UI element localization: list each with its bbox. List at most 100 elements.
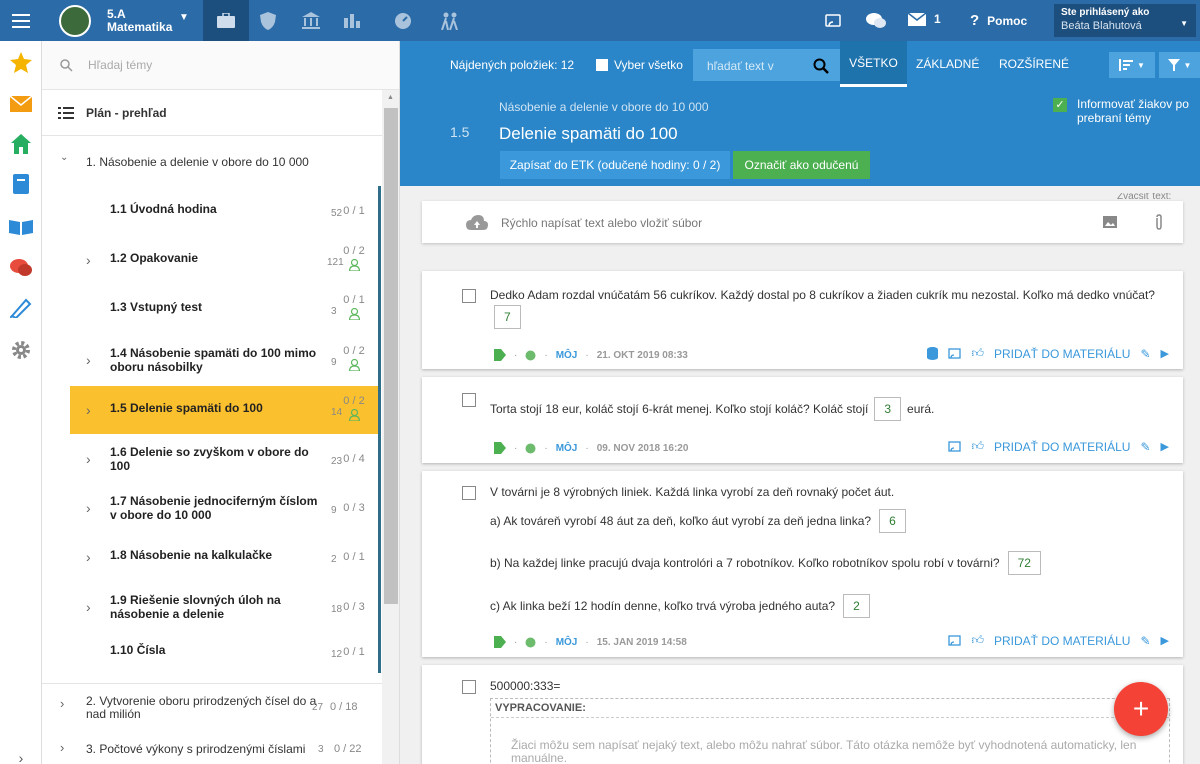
home-nav[interactable] [8,131,34,157]
topic-search[interactable]: Hľadaj témy [42,41,399,90]
progress-tab[interactable] [385,0,421,41]
chevron-right-icon[interactable]: › [86,402,91,418]
cast-icon[interactable] [948,635,962,646]
chapter-2[interactable]: › 2. Vytvorenie oboru prirodzených čísel… [42,683,382,727]
search-icon[interactable] [813,58,829,74]
scrollbar-thumb[interactable] [384,108,398,604]
sidebar-topic-item[interactable]: › 1.5 Delenie spamäti do 100 14 0 / 2 [70,386,381,434]
answer-box[interactable]: 72 [1007,551,1041,575]
chapter-3[interactable]: › 3. Počtové výkony s prirodzenými čísla… [42,735,382,764]
edit-pencil-icon[interactable]: ✎ [1140,440,1150,454]
cast-icon[interactable] [948,348,962,359]
tag-icon[interactable] [494,349,506,361]
database-icon[interactable] [927,347,939,360]
chevron-right-icon[interactable]: › [86,549,91,565]
mail-nav[interactable] [8,91,34,117]
play-icon[interactable]: ▶ [1161,347,1169,360]
thumbs-up-icon[interactable]: 👍︎ [971,439,984,454]
notebook-nav[interactable] [8,171,34,197]
globe-icon[interactable] [525,637,536,648]
search-input[interactable]: Hľadaj témy [88,58,152,72]
select-all[interactable]: Vyber všetko [596,58,683,72]
shield-tab[interactable] [250,0,286,41]
edit-pencil-icon[interactable]: ✎ [1140,347,1150,361]
etk-button[interactable]: Zapísať do ETK (odučené hodiny: 0 / 2) [500,151,730,179]
mark-taught-button[interactable]: Označiť ako odučenú [733,151,870,179]
favorites-nav[interactable] [8,49,34,75]
edit-pencil-icon[interactable]: ✎ [1140,634,1150,648]
text-search-field[interactable]: hľadať text v [693,49,840,81]
add-fab-button[interactable]: + [1114,682,1168,736]
filter-extended-tab[interactable]: ROZŠÍRENÉ [999,57,1069,71]
tools-nav[interactable] [8,295,34,321]
image-icon[interactable] [1103,216,1117,228]
chevron-right-icon[interactable]: › [86,252,91,268]
stats-tab[interactable] [334,0,370,41]
sidebar-topic-item[interactable]: › 1.7 Násobenie jednociferným číslom v ob… [70,484,381,532]
text-search-input[interactable]: hľadať text v [707,59,774,73]
answer-box[interactable]: 6 [879,509,906,533]
thumbs-up-icon[interactable]: 👍︎ [971,346,984,361]
sidebar-topic-item[interactable]: › 1.6 Delenie so zvyškom v obore do 100 23… [70,434,381,484]
sidebar-topic-item[interactable]: 1.1 Úvodná hodina 52 0 / 1 [70,186,381,236]
sort-button[interactable]: ▼ [1109,52,1155,78]
add-to-material-button[interactable]: PRIDAŤ DO MATERIÁLU [994,634,1130,648]
play-icon[interactable]: ▶ [1161,634,1169,647]
zoom-text-hint[interactable]: Zväčšiť text: [1117,193,1171,201]
user-menu[interactable]: Ste prihlásený ako Beáta Blahutová ▼ [1054,4,1196,37]
inform-checkbox[interactable]: ✓ [1053,98,1067,112]
sidebar-scrollbar[interactable]: ▲ [382,90,399,764]
add-to-material-button[interactable]: PRIDAŤ DO MATERIÁLU [994,347,1130,361]
students-tab[interactable] [432,0,468,41]
sidebar-topic-item[interactable]: › 1.9 Riešenie slovných úloh na násobenie… [70,582,381,631]
globe-icon[interactable] [525,350,536,361]
expand-nav-button[interactable]: › [8,745,34,764]
filter-all-tab[interactable]: VŠETKO [840,41,907,87]
tag-icon[interactable] [494,442,506,454]
answer-box[interactable]: 2 [843,594,870,618]
messages-button[interactable] [863,0,889,41]
class-selector[interactable]: 5.A Matematika ▼ [55,3,201,38]
chevron-right-icon[interactable]: › [86,451,91,467]
sidebar-topic-item[interactable]: › 1.2 Opakovanie 121 0 / 2 [70,236,381,284]
answer-box[interactable]: 3 [874,397,902,421]
question-checkbox[interactable] [462,289,476,303]
thumbs-up-icon[interactable]: 👍︎ [971,633,984,648]
sidebar-topic-item[interactable]: › 1.4 Násobenie spamäti do 100 mimo oboru… [70,334,381,386]
sidebar-topic-item[interactable]: 1.3 Vstupný test 3 0 / 1 [70,284,381,334]
add-to-material-button[interactable]: PRIDAŤ DO MATERIÁLU [994,440,1130,454]
cast-icon[interactable] [948,441,962,452]
globe-icon[interactable] [525,443,536,454]
institution-tab[interactable] [293,0,329,41]
worksheet-box[interactable]: VYPRACOVANIE: Žiaci môžu sem napísať nej… [490,698,1170,764]
filter-basic-tab[interactable]: ZÁKLADNÉ [916,57,979,71]
composer-input[interactable]: Rýchlo napísať text alebo vložiť súbor [501,216,702,230]
quick-composer[interactable]: Rýchlo napísať text alebo vložiť súbor [422,201,1183,243]
settings-nav[interactable] [8,337,34,363]
question-checkbox[interactable] [462,486,476,500]
play-icon[interactable]: ▶ [1161,440,1169,453]
plan-overview[interactable]: Plán - prehľad [42,90,382,136]
tag-icon[interactable] [494,636,506,648]
chevron-right-icon[interactable]: › [86,599,91,615]
chevron-right-icon[interactable]: › [86,352,91,368]
hamburger-menu-button[interactable] [0,0,42,41]
answer-box[interactable]: 7 [494,305,521,329]
cast-button[interactable] [820,0,846,41]
sidebar-topic-item[interactable]: › 1.8 Násobenie na kalkulačke 2 0 / 1 [70,532,381,582]
library-nav[interactable] [8,213,34,239]
filter-button[interactable]: ▼ [1159,52,1200,78]
select-all-checkbox[interactable] [596,59,608,71]
chapter-1[interactable]: ⌄ 1. Násobenie a delenie v obore do 10 0… [42,136,382,186]
chevron-right-icon[interactable]: › [86,500,91,516]
paperclip-icon[interactable] [1154,214,1164,230]
mail-button[interactable]: 1 [908,12,941,26]
topic-progress: 0 / 1 [343,294,365,306]
scroll-up-arrow[interactable]: ▲ [387,94,394,101]
help-button[interactable]: ? Pomoc [970,12,1027,29]
question-checkbox[interactable] [462,393,476,407]
briefcase-tab[interactable] [203,0,249,41]
sidebar-topic-item[interactable]: 1.10 Čísla 12 0 / 1 [70,631,381,673]
discussion-nav[interactable] [8,255,34,281]
question-checkbox[interactable] [462,680,476,694]
